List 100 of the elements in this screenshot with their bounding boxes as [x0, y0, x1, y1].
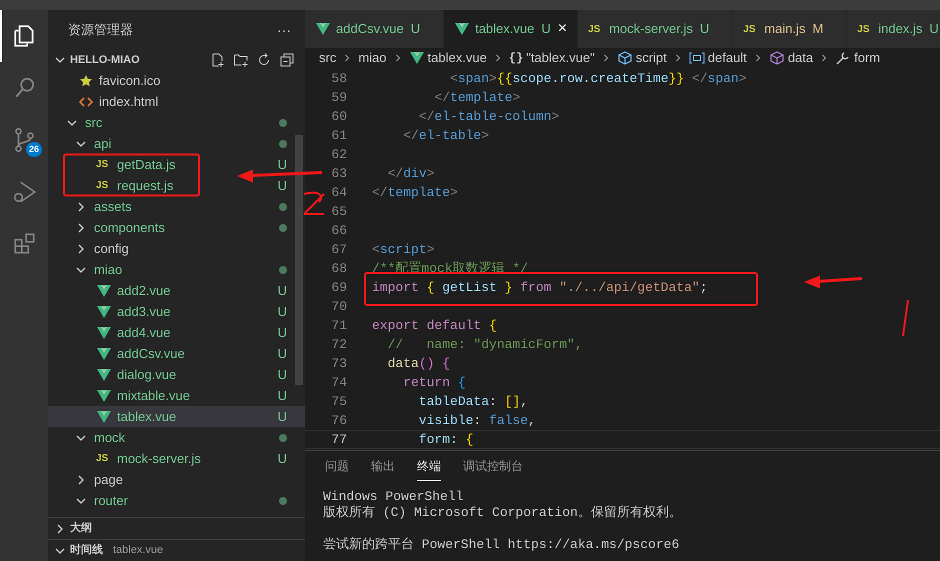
breadcrumb-item[interactable]: script	[616, 48, 667, 68]
line-number: 63	[330, 165, 347, 182]
breadcrumb-item[interactable]: {} "tablex.vue"	[508, 48, 595, 68]
js-file-icon: JS	[588, 22, 604, 36]
git-status: U	[278, 386, 287, 405]
file-tree-item[interactable]: api	[48, 133, 305, 154]
code-line: </el-table>	[402, 127, 490, 144]
vue-logo-icon	[96, 346, 112, 362]
workspace-title[interactable]: HELLO-MIAO	[70, 52, 140, 68]
scrollbar-thumb[interactable]	[295, 135, 303, 385]
line-number: 59	[330, 89, 347, 106]
pen-stroke	[902, 300, 909, 336]
section-header[interactable]: 大纲	[48, 517, 305, 539]
vue-logo-icon	[96, 282, 112, 298]
breadcrumb-item[interactable]: miao	[358, 48, 387, 68]
file-tree-item[interactable]: JS mock-server.js U	[48, 448, 305, 469]
breadcrumb-item[interactable]: src	[319, 48, 336, 68]
refresh-icon[interactable]	[256, 52, 272, 68]
breadcrumb-item[interactable]: form	[835, 48, 880, 68]
file-tree-item[interactable]: JS getData.js U	[48, 154, 305, 175]
count-badge: 26	[26, 142, 42, 157]
git-status: U	[278, 156, 287, 174]
line-number: 64	[330, 184, 347, 201]
vue-logo-icon	[96, 366, 112, 382]
code-line: export default {	[372, 317, 497, 334]
code-line: form: {	[418, 431, 474, 448]
breadcrumb-item[interactable]: data	[768, 48, 814, 68]
code-line: <span>{{scope.row.createTime}} </span>	[449, 70, 747, 87]
panel-tab[interactable]: 输出	[371, 457, 395, 481]
vue-logo-icon	[408, 50, 425, 66]
file-tree-item[interactable]: page	[48, 469, 305, 490]
line-number: 70	[330, 298, 347, 315]
file-tree-item[interactable]: mock	[48, 427, 305, 448]
git-status: U	[278, 344, 287, 363]
breadcrumb-item[interactable]: default	[688, 48, 747, 68]
variable-icon	[688, 50, 705, 66]
line-number: 69	[330, 279, 347, 296]
file-tree-item[interactable]: tablex.vue U	[48, 406, 305, 427]
more-actions-button[interactable]: ···	[277, 20, 291, 40]
git-status: U	[278, 408, 287, 426]
editor-tab[interactable]: JS mock-server.js U	[578, 10, 734, 48]
code-line: data() {	[386, 355, 450, 372]
file-tree-item[interactable]: JS request.js U	[48, 175, 305, 196]
star-icon	[78, 72, 94, 88]
code-line: visible: false,	[418, 412, 536, 429]
panel-tab[interactable]: 问题	[325, 457, 349, 481]
line-number: 77	[330, 431, 347, 448]
new-folder-icon[interactable]	[233, 52, 249, 68]
line-number: 65	[330, 203, 347, 220]
code-line: </el-table-column>	[418, 108, 560, 125]
editor-tab[interactable]: JS index.js U	[847, 10, 940, 48]
file-tree-item[interactable]: addCsv.vue U	[48, 343, 305, 364]
file-tree-item[interactable]: components	[48, 217, 305, 238]
file-tree-item[interactable]: miao	[48, 259, 305, 280]
file-tree-item[interactable]: add4.vue U	[48, 322, 305, 343]
vue-logo-icon	[96, 324, 112, 340]
code-line: // name: "dynamicForm",	[386, 336, 583, 353]
braces-icon: {}	[508, 49, 524, 67]
js-file-icon: JS	[743, 22, 760, 36]
file-tree-item[interactable]: src	[48, 112, 305, 133]
file-tree-item[interactable]: add3.vue U	[48, 301, 305, 322]
new-file-icon[interactable]	[210, 52, 226, 68]
vue-logo-icon	[96, 388, 112, 404]
collapse-all-icon[interactable]	[279, 52, 295, 68]
js-file-icon: JS	[857, 22, 874, 36]
editor-tab[interactable]: tablex.vue U ×	[444, 10, 578, 48]
play-bug-icon[interactable]	[12, 179, 38, 205]
close-button[interactable]: ×	[558, 17, 568, 41]
file-tree-item[interactable]: mixtable.vue U	[48, 385, 305, 406]
js-file-icon: JS	[96, 178, 112, 193]
line-number: 72	[330, 336, 347, 353]
file-tree-item[interactable]: router	[48, 490, 305, 511]
file-tree-item[interactable]: config	[48, 238, 305, 259]
terminal-line: 尝试新的跨平台 PowerShell https://aka.ms/pscore6	[323, 537, 680, 553]
code-line: import { getList } from "./../api/getData";	[372, 279, 708, 296]
breadcrumb-item[interactable]: tablex.vue	[408, 48, 487, 68]
file-tree-item[interactable]: favicon.ico	[48, 70, 305, 91]
editor-tab[interactable]: addCsv.vue U	[305, 10, 444, 48]
code-line: <script>	[372, 241, 434, 258]
section-header[interactable]: 时间线 tablex.vue	[48, 539, 305, 561]
file-tree-item[interactable]: assets	[48, 196, 305, 217]
git-status: U	[278, 366, 287, 384]
file-tree-item[interactable]: index.html	[48, 91, 305, 112]
panel-tab[interactable]: 调试控制台	[463, 457, 523, 481]
cube-icon	[616, 50, 633, 66]
code-line: tableData: [],	[418, 393, 528, 410]
vue-logo-icon	[315, 21, 331, 37]
terminal-line: Windows PowerShell	[323, 489, 464, 505]
line-number: 73	[330, 355, 347, 372]
line-number: 67	[330, 241, 347, 258]
file-tree-item[interactable]: add2.vue U	[48, 280, 305, 301]
vue-logo-icon	[96, 304, 112, 320]
panel-tab[interactable]: 终端	[417, 457, 441, 481]
editor-tab[interactable]: JS main.js M	[733, 10, 848, 48]
vue-logo-icon	[454, 21, 470, 37]
file-tree-item[interactable]: dialog.vue U	[48, 364, 305, 385]
code-line: </template>	[372, 184, 458, 201]
pen-stroke	[303, 192, 325, 215]
line-number: 62	[330, 146, 347, 163]
line-number: 71	[330, 317, 347, 334]
